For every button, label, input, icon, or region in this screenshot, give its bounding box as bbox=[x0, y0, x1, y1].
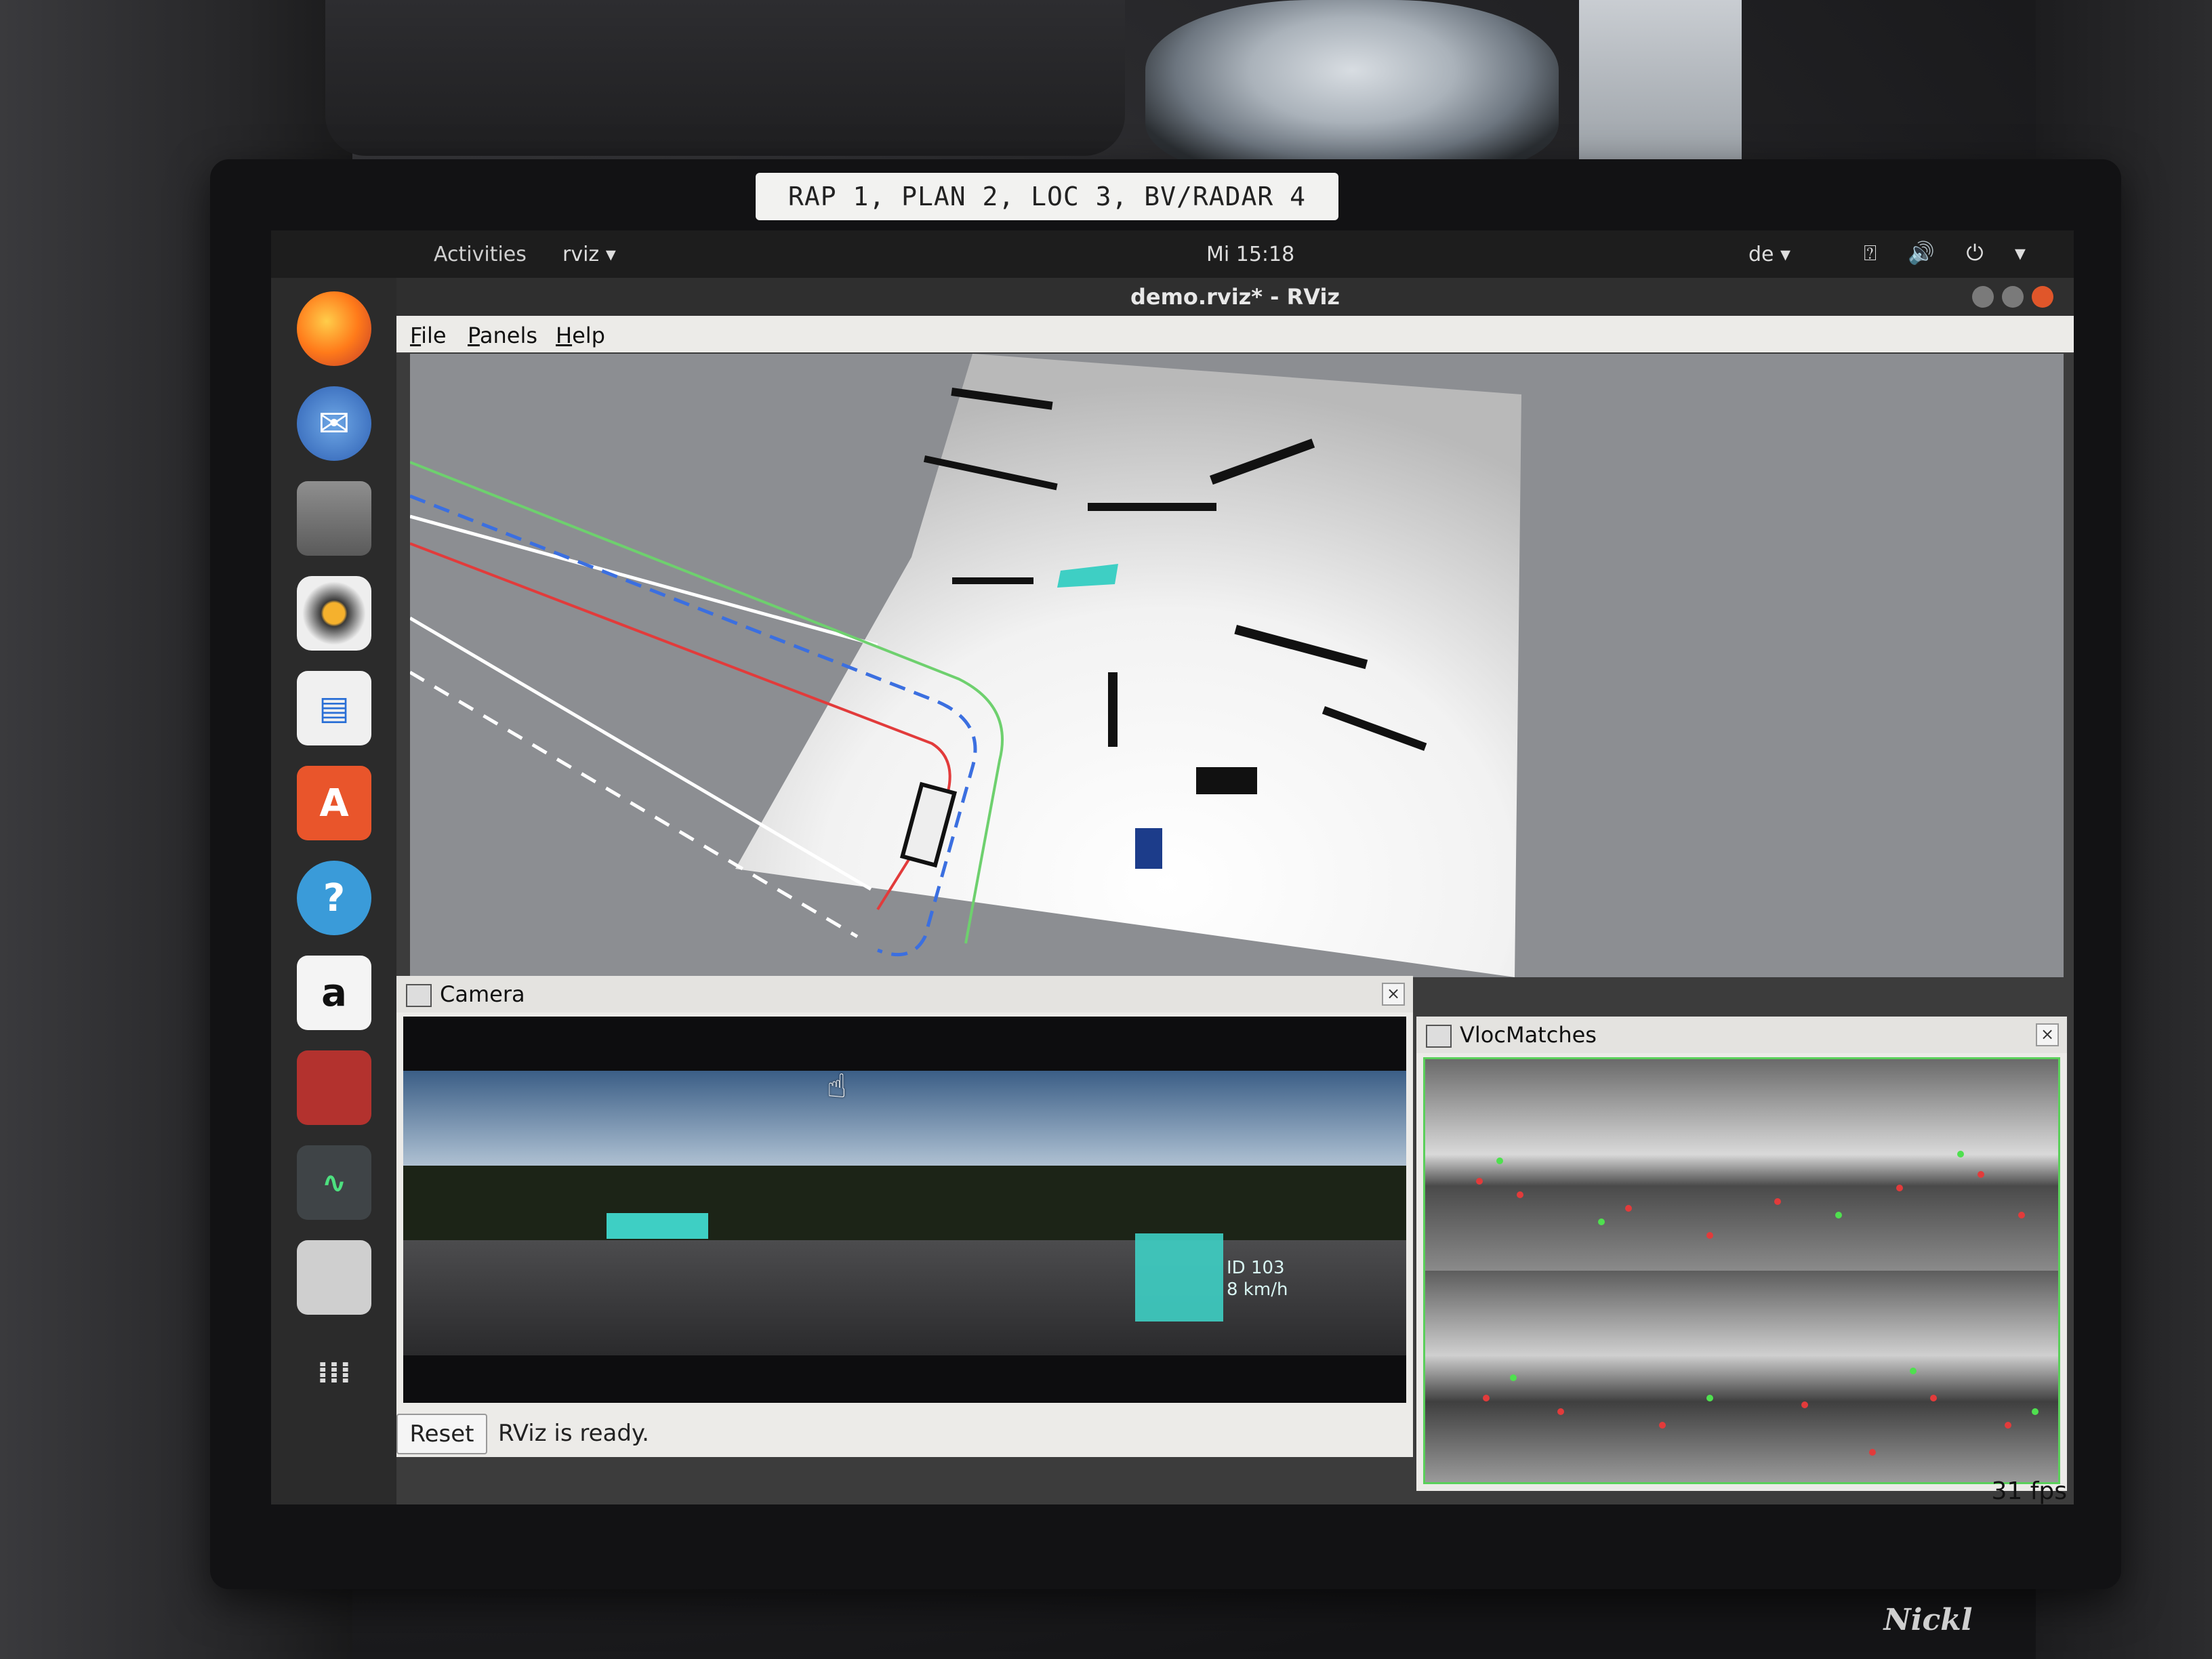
activities-button[interactable]: Activities bbox=[434, 243, 527, 266]
detection-speed: 8 km/h bbox=[1227, 1279, 1288, 1300]
detection-id: ID 103 bbox=[1227, 1258, 1285, 1278]
image-icon bbox=[1426, 1025, 1452, 1048]
help-icon[interactable]: ? bbox=[297, 861, 371, 935]
close-icon[interactable]: × bbox=[2036, 1023, 2059, 1046]
thunderbird-icon[interactable]: ✉ bbox=[297, 386, 371, 461]
language-selector[interactable]: de ▾ bbox=[1748, 243, 1790, 266]
system-menu[interactable]: ⍰ 🔊 ⏻ ▾ bbox=[1864, 240, 2038, 266]
monitor-label-sticker: RAP 1, PLAN 2, LOC 3, BV/RADAR 4 bbox=[756, 173, 1338, 220]
clock[interactable]: Mi 15:18 bbox=[1206, 243, 1294, 266]
fps-counter: 31 fps bbox=[1991, 1477, 2067, 1504]
maximize-button[interactable] bbox=[2002, 286, 2024, 308]
camera-panel-title: Camera bbox=[440, 981, 525, 1007]
rviz-3d-view[interactable] bbox=[410, 354, 2064, 977]
feature-points bbox=[1476, 1151, 2039, 1456]
window-title: demo.rviz* - RViz bbox=[1130, 284, 1340, 310]
trash-icon[interactable] bbox=[297, 1240, 371, 1315]
close-button[interactable] bbox=[2032, 286, 2053, 308]
status-message: RViz is ready. bbox=[498, 1420, 649, 1447]
menu-file[interactable]: File bbox=[410, 323, 447, 348]
minimize-button[interactable] bbox=[1972, 286, 1994, 308]
dock: ✉ ▤ A ? a ∿ ⁞⁞⁞ bbox=[271, 278, 396, 1504]
mouse-cursor-icon: ☝ bbox=[827, 1067, 847, 1105]
menu-bar: File Panels Help bbox=[396, 316, 2074, 352]
camera-trees bbox=[403, 1166, 1406, 1247]
ego-vehicle bbox=[1135, 828, 1162, 869]
detection-label: ID 103 8 km/h bbox=[1227, 1257, 1288, 1300]
detection-box-right bbox=[1135, 1233, 1223, 1322]
monitor-icon[interactable]: ∿ bbox=[297, 1145, 371, 1220]
menu-help[interactable]: Help bbox=[556, 323, 605, 348]
vloc-panel-title-bar[interactable]: VlocMatches × bbox=[1416, 1017, 2067, 1053]
app-menu[interactable]: rviz ▾ bbox=[562, 243, 616, 266]
writer-icon[interactable]: ▤ bbox=[297, 671, 371, 745]
status-bar: Reset RViz is ready. bbox=[396, 1410, 1413, 1457]
rhythmbox-icon[interactable] bbox=[297, 576, 371, 651]
vloc-matches-panel: VlocMatches × bbox=[1416, 1017, 2067, 1491]
vloc-image bbox=[1423, 1057, 2060, 1484]
detection-box-left bbox=[607, 1213, 708, 1239]
lidar-sensor bbox=[1145, 0, 1559, 176]
screen: Activities rviz ▾ Mi 15:18 de ▾ ⍰ 🔊 ⏻ ▾ … bbox=[271, 230, 2074, 1504]
headrest bbox=[325, 0, 1125, 156]
amazon-icon[interactable]: a bbox=[297, 956, 371, 1030]
map-visualization bbox=[410, 354, 1521, 977]
camera-panel: Camera × ID 103 8 km/h bbox=[396, 976, 1413, 1410]
image-icon bbox=[406, 984, 432, 1007]
window-title-bar[interactable]: demo.rviz* - RViz bbox=[396, 278, 2074, 316]
menu-panels[interactable]: Panels bbox=[468, 323, 537, 348]
firefox-icon[interactable] bbox=[297, 291, 371, 366]
vloc-panel-title: VlocMatches bbox=[1460, 1022, 1597, 1048]
files-icon[interactable] bbox=[297, 481, 371, 556]
gnome-top-bar: Activities rviz ▾ Mi 15:18 de ▾ ⍰ 🔊 ⏻ ▾ bbox=[271, 230, 2074, 278]
close-icon[interactable]: × bbox=[1382, 983, 1405, 1006]
apps-grid-icon[interactable]: ⁞⁞⁞ bbox=[297, 1335, 371, 1410]
equipment-rack bbox=[1579, 0, 1742, 169]
monitor-brand-logo: Nickl bbox=[1883, 1602, 1973, 1637]
reset-button[interactable]: Reset bbox=[396, 1414, 487, 1454]
camera-panel-title-bar[interactable]: Camera × bbox=[396, 976, 1413, 1012]
camera-image: ID 103 8 km/h bbox=[403, 1017, 1406, 1403]
software-icon[interactable]: A bbox=[297, 766, 371, 840]
occupancy-grid bbox=[735, 354, 1521, 977]
tool-icon[interactable] bbox=[297, 1050, 371, 1125]
